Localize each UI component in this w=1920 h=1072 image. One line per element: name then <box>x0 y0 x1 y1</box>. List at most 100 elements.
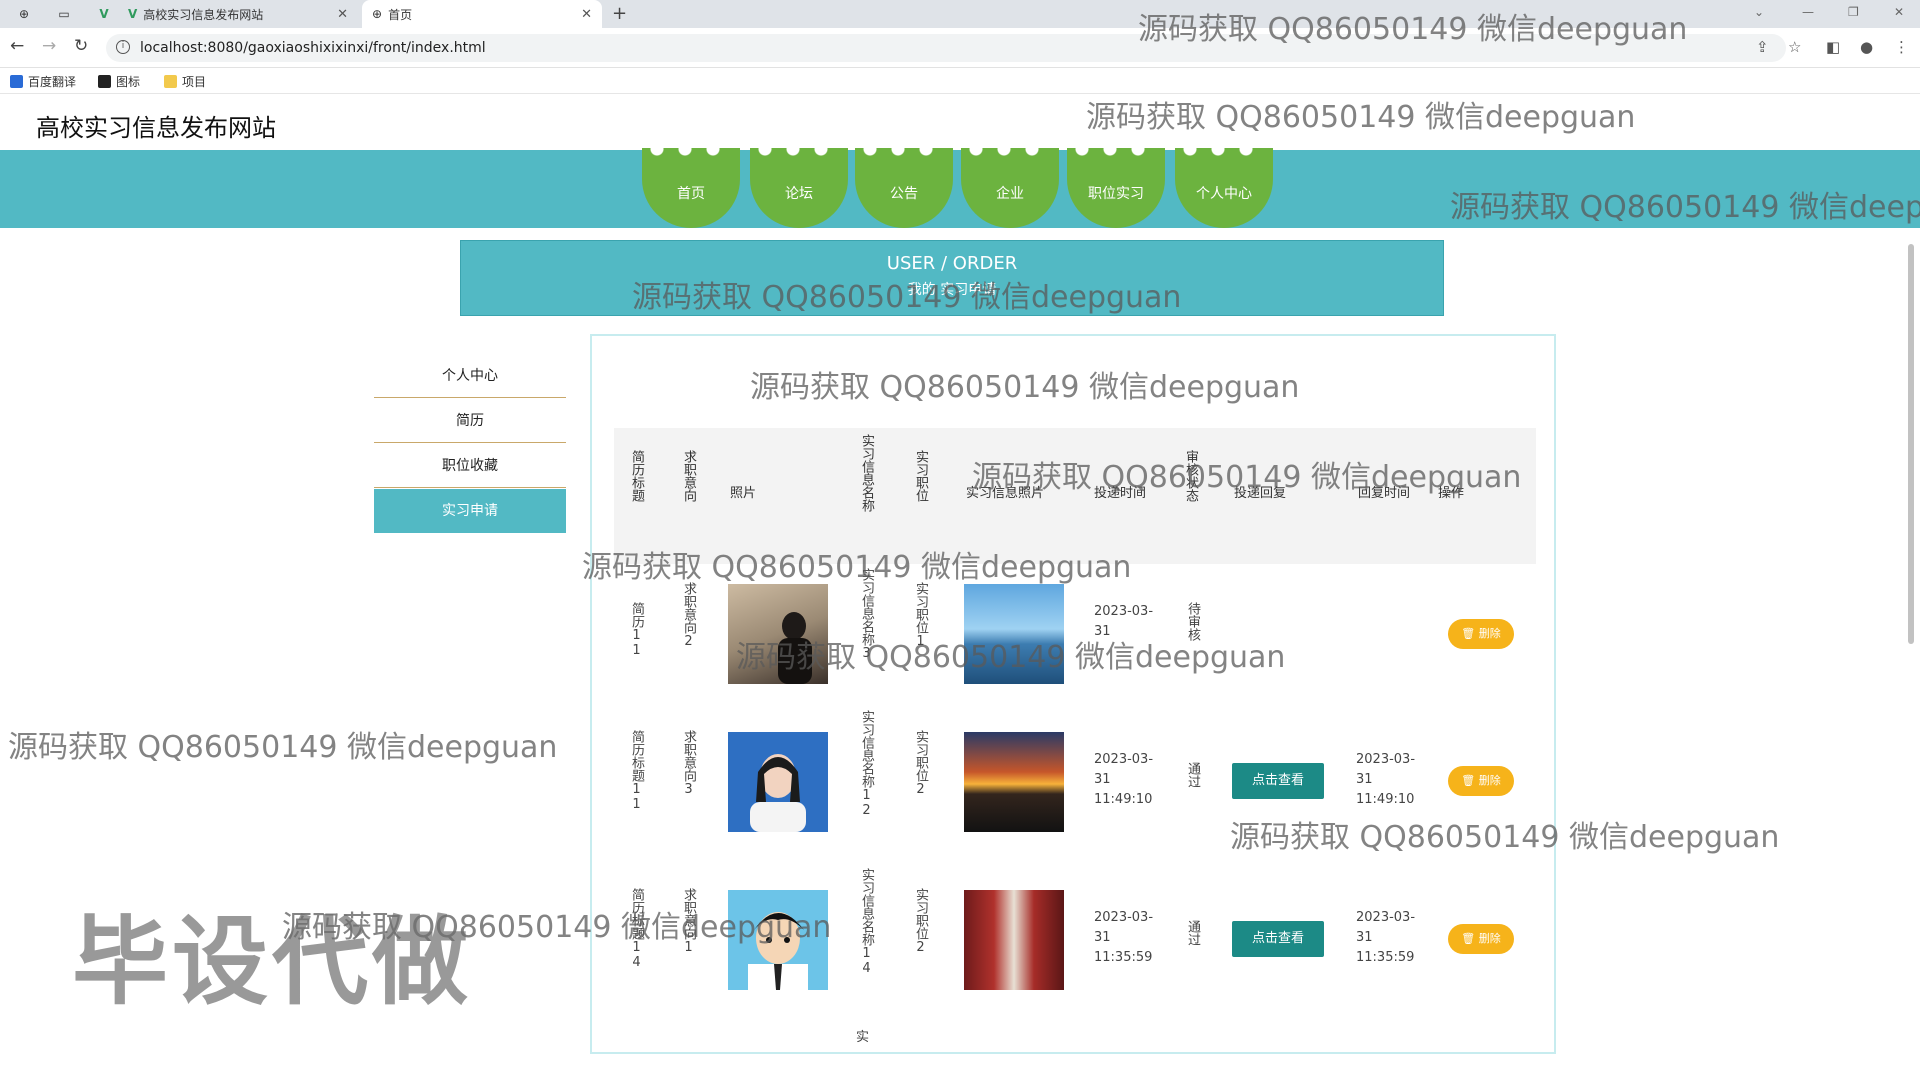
view-reply-button[interactable]: 点击查看 <box>1232 921 1324 957</box>
watermark: 源码获取 QQ86050149 微信deepguan <box>1086 100 1636 135</box>
bookmark-label: 图标 <box>116 75 141 89</box>
table-header: 简历标题 求职意向 照片 实习信息名称 实习职位 实习信息照片 投递时间 审核状… <box>614 428 1536 564</box>
column-header: 简历标题 <box>629 450 644 502</box>
banner-subtitle: 我的 实习申请 <box>907 282 997 298</box>
globe-icon[interactable]: ⊕ <box>4 0 44 28</box>
delete-label: 删除 <box>1478 774 1501 787</box>
banner-title: USER / ORDER <box>886 253 1018 274</box>
column-header: 审核状态 <box>1183 450 1198 502</box>
star-icon[interactable]: ☆ <box>1788 38 1801 56</box>
sidebar-item-applications[interactable]: 实习申请 <box>374 489 566 533</box>
page-banner: USER / ORDER 我的 实习申请 <box>460 240 1444 316</box>
internship-name: 实习信息名称14 <box>859 868 874 976</box>
bookmark-icons[interactable]: 图标 <box>98 73 140 90</box>
info-icon[interactable]: i <box>116 40 130 54</box>
menu-icon[interactable]: ⋮ <box>1894 38 1909 56</box>
column-header: 回复时间 <box>1358 486 1411 501</box>
restore-button[interactable]: ❐ <box>1848 0 1859 28</box>
forward-icon[interactable]: → <box>42 36 56 56</box>
sidepanel-icon[interactable]: ◧ <box>1826 38 1840 56</box>
review-status: 待审核 <box>1185 602 1200 641</box>
sidebar-item-user-center[interactable]: 个人中心 <box>374 354 566 398</box>
internship-photo <box>964 890 1064 990</box>
internship-name: 实习信息名称3 <box>859 568 874 661</box>
translate-icon <box>10 75 23 88</box>
next-row-fragment: 实 <box>856 1030 870 1045</box>
delete-button[interactable]: 🗑 删除 <box>1448 766 1514 796</box>
bookmark-label: 百度翻译 <box>28 75 77 89</box>
submit-time: 2023-03-31 <box>1094 604 1154 639</box>
window-close-button[interactable]: ✕ <box>1894 0 1904 28</box>
internship-position: 实习职位1 <box>913 582 928 649</box>
job-intent: 求职意向1 <box>681 888 696 955</box>
resume-title: 简历标题14 <box>629 888 644 970</box>
reload-icon[interactable]: ↻ <box>74 36 88 56</box>
column-header: 实习职位 <box>913 450 928 502</box>
scrollbar-thumb[interactable] <box>1908 244 1914 644</box>
new-tab-button[interactable]: + <box>612 0 627 28</box>
resume-title: 简历11 <box>629 602 644 658</box>
back-icon[interactable]: ← <box>10 36 24 56</box>
profile-icon[interactable]: ● <box>1860 38 1873 56</box>
minimize-button[interactable]: — <box>1802 0 1814 28</box>
submit-time: 2023-03-31 11:35:59 <box>1094 910 1154 965</box>
resume-photo <box>728 732 828 832</box>
address-bar: ← → ↻ i localhost:8080/gaoxiaoshixixinxi… <box>0 28 1920 68</box>
tab-site[interactable]: V 高校实习信息发布网站 ✕ <box>118 0 358 28</box>
internship-position: 实习职位2 <box>913 730 928 797</box>
review-status: 通过 <box>1185 762 1200 788</box>
url-text: localhost:8080/gaoxiaoshixixinxi/front/i… <box>140 40 486 56</box>
reply-time: 2023-03-31 11:49:10 <box>1356 752 1416 807</box>
delete-label: 删除 <box>1478 932 1501 945</box>
bookmark-label: 项目 <box>182 75 207 89</box>
column-header: 照片 <box>730 486 757 501</box>
folder-icon <box>164 75 177 88</box>
reply-time: 2023-03-31 11:35:59 <box>1356 910 1416 965</box>
globe-icon: ⊕ <box>372 7 383 21</box>
review-status: 通过 <box>1185 920 1200 946</box>
column-header: 求职意向 <box>681 450 696 502</box>
trash-icon: 🗑 <box>1461 932 1479 945</box>
resume-photo <box>728 890 828 990</box>
url-field[interactable]: i localhost:8080/gaoxiaoshixixinxi/front… <box>106 34 1786 62</box>
resume-title: 简历标题11 <box>629 730 644 812</box>
column-header: 实习信息照片 <box>966 486 1045 501</box>
column-header: 操作 <box>1438 486 1465 501</box>
browser-tab-bar: ⊕ ▭ V V 高校实习信息发布网站 ✕ ⊕ 首页 ✕ + ⌄ — ❐ ✕ <box>0 0 1920 28</box>
icon-font-icon <box>98 75 111 88</box>
column-header: 投递回复 <box>1234 486 1287 501</box>
internship-photo <box>964 584 1064 684</box>
site-title: 高校实习信息发布网站 <box>36 114 276 142</box>
watermark-large: 毕设代做 <box>72 906 472 1018</box>
column-header: 投递时间 <box>1094 486 1147 501</box>
page-scrollbar[interactable] <box>1906 244 1916 1044</box>
close-icon[interactable]: ✕ <box>337 7 348 22</box>
blank-tab-icon[interactable]: ▭ <box>44 0 84 28</box>
delete-label: 删除 <box>1478 627 1501 640</box>
resume-photo <box>728 584 828 684</box>
view-reply-button[interactable]: 点击查看 <box>1232 763 1324 799</box>
job-intent: 求职意向2 <box>681 582 696 649</box>
submit-time: 2023-03-31 11:49:10 <box>1094 752 1154 807</box>
bookmark-project[interactable]: 项目 <box>164 73 206 90</box>
nav-band <box>0 150 1920 228</box>
internship-photo <box>964 732 1064 832</box>
internship-name: 实习信息名称12 <box>859 710 874 818</box>
column-header: 实习信息名称 <box>859 434 874 512</box>
bookmark-translate[interactable]: 百度翻译 <box>10 73 76 90</box>
tab-home[interactable]: ⊕ 首页 ✕ <box>362 0 602 28</box>
internship-position: 实习职位2 <box>913 888 928 955</box>
tab-label: 高校实习信息发布网站 <box>143 7 264 22</box>
sidebar-item-favorites[interactable]: 职位收藏 <box>374 444 566 488</box>
bookmarks-bar: 百度翻译 图标 项目 <box>0 68 1920 94</box>
sidebar-item-resume[interactable]: 简历 <box>374 399 566 443</box>
share-icon[interactable]: ⇪ <box>1756 38 1769 56</box>
close-icon[interactable]: ✕ <box>581 7 592 22</box>
delete-button[interactable]: 🗑 删除 <box>1448 619 1514 649</box>
trash-icon: 🗑 <box>1461 774 1479 787</box>
tab-search-icon[interactable]: ⌄ <box>1754 0 1764 28</box>
tab-label: 首页 <box>388 7 413 22</box>
delete-button[interactable]: 🗑 删除 <box>1448 924 1514 954</box>
applications-panel: 简历标题 求职意向 照片 实习信息名称 实习职位 实习信息照片 投递时间 审核状… <box>590 334 1556 1054</box>
trash-icon: 🗑 <box>1461 627 1479 640</box>
